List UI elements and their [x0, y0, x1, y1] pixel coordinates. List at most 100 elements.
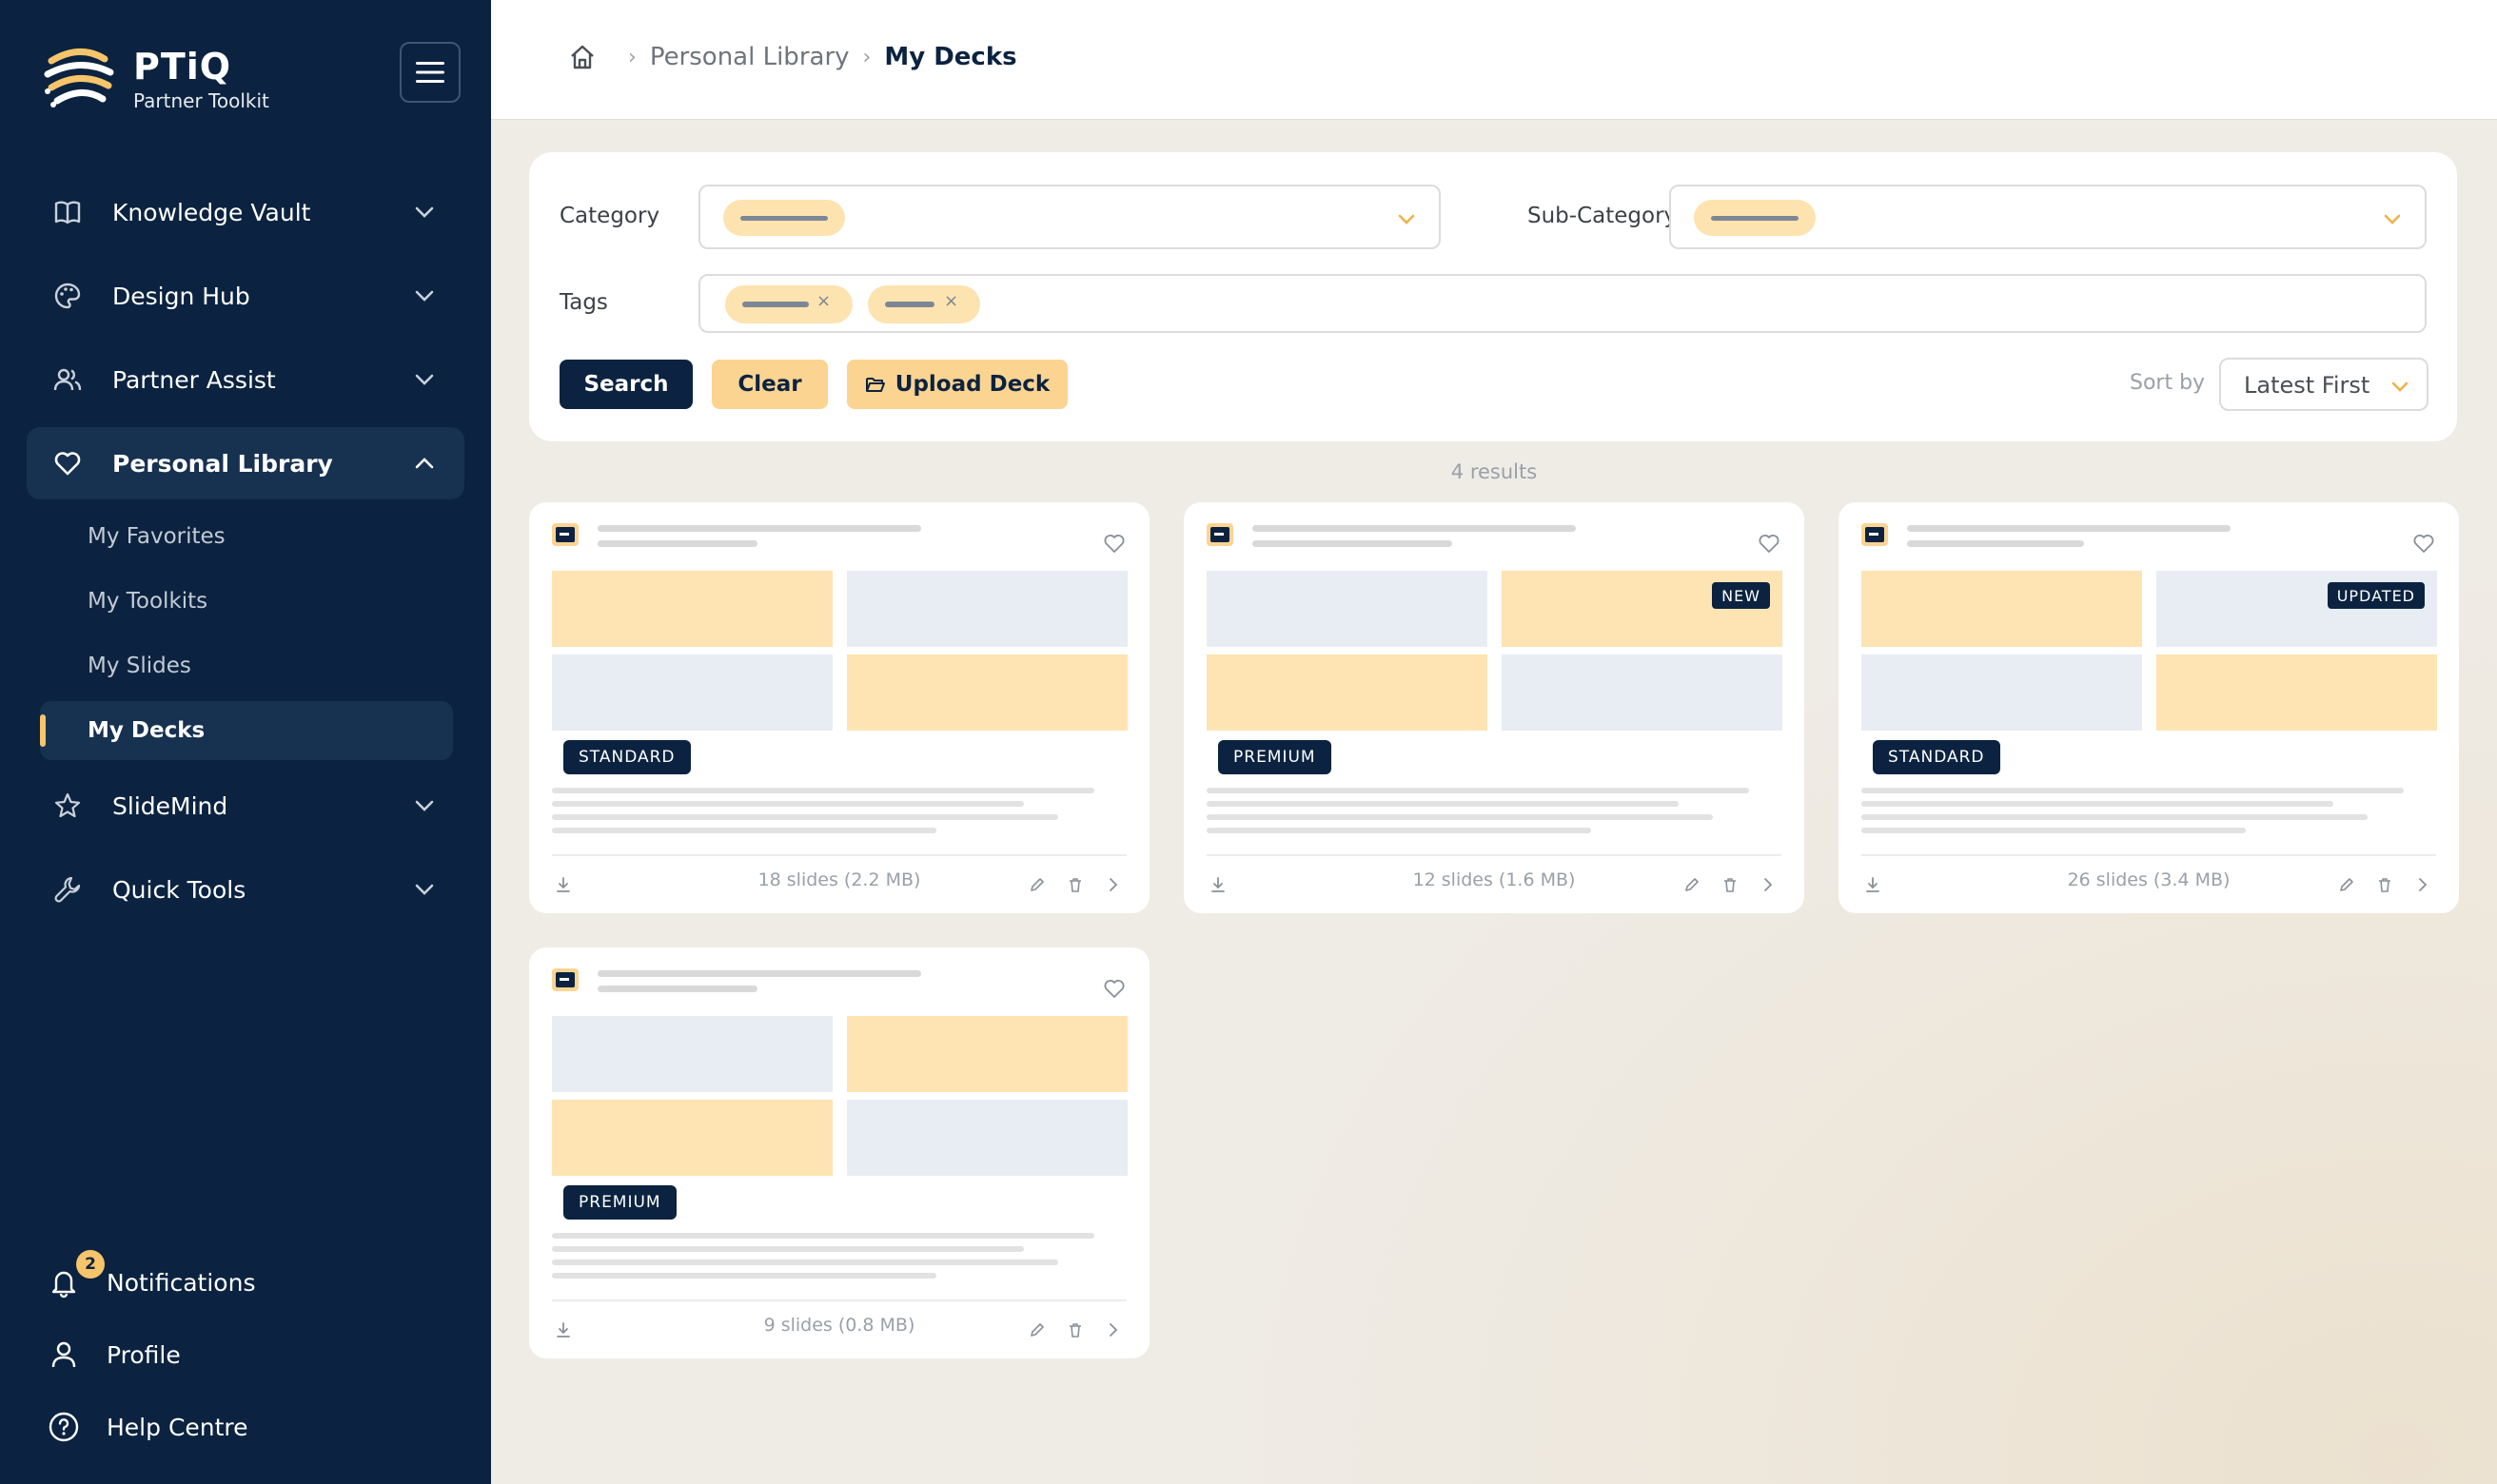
nav-item-partner-assist[interactable]: Partner Assist [27, 343, 464, 416]
chevron-right-icon[interactable] [1759, 875, 1778, 894]
help-label: Help Centre [107, 1413, 248, 1441]
breadcrumb-personal-library[interactable]: Personal Library [650, 43, 850, 71]
sidebar: PTiQ Partner Toolkit Knowledge Vault Des… [0, 0, 491, 1484]
card-divider [1207, 854, 1781, 856]
clear-button[interactable]: Clear [712, 360, 828, 409]
upload-deck-label: Upload Deck [895, 372, 1051, 397]
slide-thumbnail [552, 571, 833, 647]
chevron-up-icon [415, 458, 434, 469]
heart-icon [51, 447, 84, 479]
description-line [552, 1273, 936, 1279]
tier-badge: PREMIUM [1218, 740, 1331, 774]
trash-icon[interactable] [1720, 875, 1740, 894]
tier-badge: STANDARD [1873, 740, 2000, 774]
deck-size: 12 slides (1.6 MB) [1412, 869, 1576, 890]
edit-pencil-icon[interactable] [2337, 875, 2356, 894]
tags-input[interactable]: × × [698, 274, 2427, 333]
deck-size: 18 slides (2.2 MB) [757, 869, 921, 890]
tag-chip[interactable]: × [725, 285, 853, 323]
book-icon [51, 196, 84, 228]
description-line [552, 788, 1094, 793]
nav-label: Quick Tools [112, 875, 246, 904]
nav-label: SlideMind [112, 791, 228, 820]
slide-thumbnail [552, 1100, 833, 1176]
trash-icon[interactable] [1066, 1320, 1085, 1339]
slide-thumbnail [1207, 654, 1487, 731]
trash-icon[interactable] [1066, 875, 1085, 894]
subcategory-select[interactable] [1669, 185, 2427, 249]
favorite-heart-icon[interactable] [2411, 531, 2436, 556]
description-line [1861, 828, 2246, 833]
remove-tag-icon[interactable]: × [816, 291, 831, 311]
category-selected-value [723, 200, 845, 236]
deck-size: 9 slides (0.8 MB) [763, 1315, 915, 1336]
profile-button[interactable]: Profile [48, 1318, 447, 1391]
edit-pencil-icon[interactable] [1028, 1320, 1047, 1339]
status-badge: NEW [1712, 582, 1770, 609]
nav-item-quick-tools[interactable]: Quick Tools [27, 853, 464, 926]
trash-icon[interactable] [2375, 875, 2394, 894]
slide-thumbnail [847, 571, 1128, 647]
tag-chip-text [742, 302, 809, 307]
sidebar-item-my-toolkits[interactable]: My Toolkits [40, 572, 453, 631]
nav-label: Personal Library [112, 449, 333, 478]
main-nav: Knowledge Vault Design Hub Partner Assis… [27, 176, 464, 937]
edit-pencil-icon[interactable] [1028, 875, 1047, 894]
chevron-right-icon[interactable] [1104, 875, 1123, 894]
sort-value: Latest First [2244, 372, 2370, 399]
favorite-heart-icon[interactable] [1102, 531, 1127, 556]
menu-toggle-button[interactable] [400, 42, 461, 103]
slide-thumbnail [847, 1016, 1128, 1092]
bottom-nav: 2 Notifications Profile Help Centre [48, 1246, 447, 1463]
deck-card[interactable]: PREMIUM 9 slides (0.8 MB) [529, 947, 1150, 1358]
deck-icon [1861, 523, 1888, 546]
nav-item-slidemind[interactable]: SlideMind [27, 770, 464, 842]
chevron-down-icon [2391, 381, 2409, 392]
subcategory-label: Sub-Category [1527, 204, 1678, 228]
chevron-right-icon[interactable] [2413, 875, 2432, 894]
sidebar-item-my-decks[interactable]: My Decks [40, 701, 453, 760]
users-icon [51, 363, 84, 396]
chevron-right-icon[interactable] [1104, 1320, 1123, 1339]
favorite-heart-icon[interactable] [1102, 976, 1127, 1001]
subcategory-selected-value [1694, 200, 1816, 236]
deck-card[interactable]: NEW PREMIUM 12 slides (1.6 MB) [1184, 502, 1804, 913]
upload-deck-button[interactable]: Upload Deck [847, 360, 1068, 409]
description-line [1861, 801, 2333, 807]
help-centre-button[interactable]: Help Centre [48, 1391, 447, 1463]
sort-select[interactable]: Latest First [2219, 358, 2428, 411]
deck-card[interactable]: STANDARD 18 slides (2.2 MB) [529, 502, 1150, 913]
deck-card[interactable]: UPDATED STANDARD 26 slides (3.4 MB) [1838, 502, 2459, 913]
edit-pencil-icon[interactable] [1682, 875, 1701, 894]
tag-chip[interactable]: × [868, 285, 980, 323]
nav-item-knowledge-vault[interactable]: Knowledge Vault [27, 176, 464, 248]
breadcrumb-current: My Decks [884, 43, 1017, 71]
card-divider [552, 1299, 1127, 1301]
home-icon[interactable] [567, 42, 598, 72]
bell-icon [48, 1266, 80, 1298]
category-select[interactable] [698, 185, 1441, 249]
category-label: Category [560, 204, 660, 228]
deck-subtitle-placeholder [1252, 540, 1452, 547]
nav-item-design-hub[interactable]: Design Hub [27, 260, 464, 332]
search-button[interactable]: Search [560, 360, 693, 409]
folder-open-icon [865, 375, 886, 394]
nav-item-personal-library[interactable]: Personal Library [27, 427, 464, 499]
notifications-button[interactable]: 2 Notifications [48, 1246, 447, 1318]
sidebar-item-my-slides[interactable]: My Slides [40, 636, 453, 695]
notifications-label: Notifications [107, 1268, 256, 1297]
deck-size: 26 slides (3.4 MB) [2067, 869, 2231, 890]
deck-icon [552, 968, 579, 991]
tier-badge: STANDARD [563, 740, 691, 774]
chevron-down-icon [415, 206, 434, 218]
description-line [552, 828, 936, 833]
card-divider [1861, 854, 2436, 856]
breadcrumb: › Personal Library › My Decks [567, 42, 1017, 72]
deck-title-placeholder [598, 525, 921, 532]
description-line [1207, 801, 1679, 807]
sidebar-item-my-favorites[interactable]: My Favorites [40, 507, 453, 566]
slide-thumbnail [1861, 654, 2142, 731]
brand[interactable]: PTiQ Partner Toolkit [42, 42, 356, 118]
remove-tag-icon[interactable]: × [944, 291, 958, 311]
favorite-heart-icon[interactable] [1757, 531, 1781, 556]
